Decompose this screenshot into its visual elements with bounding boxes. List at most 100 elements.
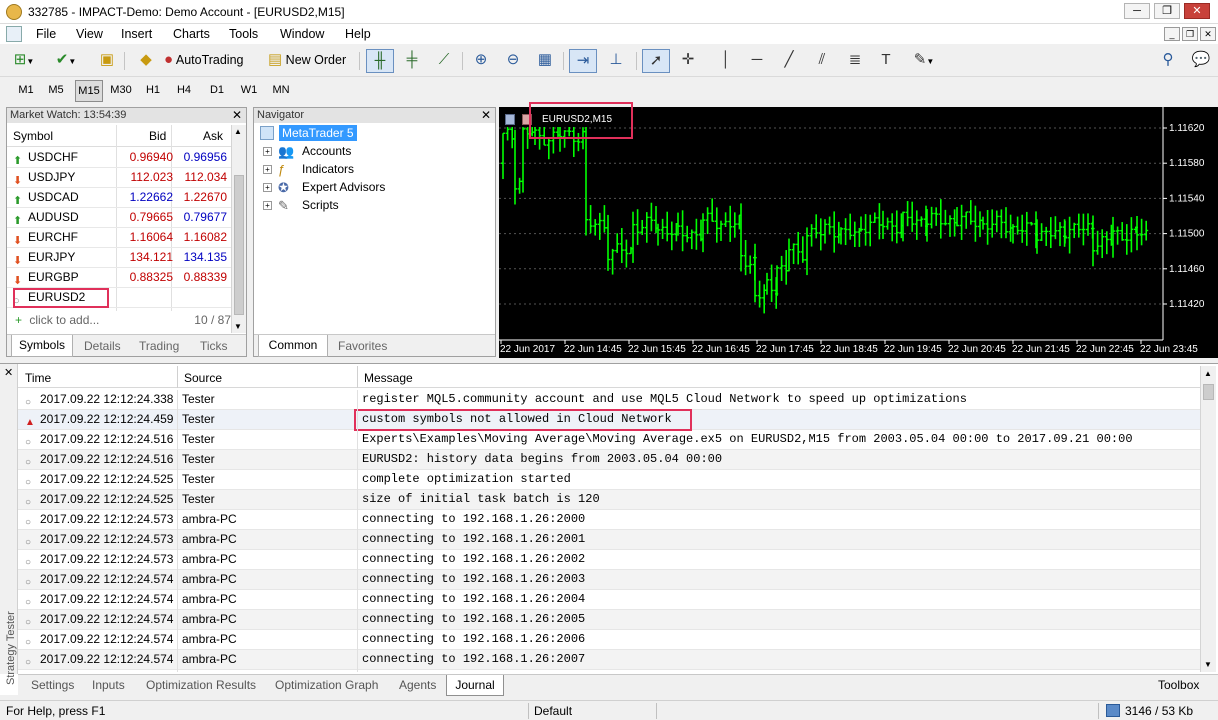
- search-icon[interactable]: ⚲: [1156, 49, 1180, 73]
- journal-row[interactable]: ○ 2017.09.22 12:12:24.516 Tester Experts\Ex…: [18, 430, 1200, 450]
- zoom-out-icon[interactable]: ⊖: [500, 49, 526, 73]
- expand-icon[interactable]: +: [263, 201, 272, 210]
- menu-charts[interactable]: Charts: [173, 27, 210, 41]
- expand-icon[interactable]: +: [263, 147, 272, 156]
- menu-file[interactable]: File: [36, 27, 56, 41]
- journal-row[interactable]: ○ 2017.09.22 12:12:24.525 Tester size of in…: [18, 490, 1200, 510]
- menu-window[interactable]: Window: [280, 27, 324, 41]
- tab-journal[interactable]: Journal: [446, 675, 504, 696]
- click-to-add-row[interactable]: + click to add... 10 / 87: [11, 311, 231, 331]
- metaeditor-icon[interactable]: ◆: [134, 49, 158, 73]
- timeframe-m15[interactable]: M15: [75, 80, 103, 102]
- column-time[interactable]: Time: [25, 371, 51, 385]
- tab-agents[interactable]: Agents: [399, 678, 436, 692]
- menu-insert[interactable]: Insert: [121, 27, 152, 41]
- column-message[interactable]: Message: [364, 371, 413, 385]
- symbol-row[interactable]: ⬆ USDCAD 1.22662 1.22670: [7, 188, 231, 208]
- autoscroll-icon[interactable]: ⇥: [569, 49, 597, 73]
- symbol-row[interactable]: ⬆ USDCHF 0.96940 0.96956: [7, 148, 231, 168]
- symbol-row[interactable]: ⬇ EURGBP 0.88325 0.88339: [7, 268, 231, 288]
- timeframe-h4[interactable]: H4: [170, 80, 198, 102]
- journal-row[interactable]: ○ 2017.09.22 12:12:24.574 ambra-PC connecti…: [18, 610, 1200, 630]
- connection-status-icon[interactable]: [1106, 704, 1120, 717]
- maximize-button[interactable]: ❐: [1154, 3, 1180, 19]
- chart-window-icon[interactable]: [6, 26, 22, 42]
- tab-favorites[interactable]: Favorites: [338, 339, 387, 353]
- tree-item-scripts[interactable]: Scripts: [302, 198, 339, 212]
- crosshair-icon[interactable]: ✛: [675, 49, 701, 73]
- menu-view[interactable]: View: [76, 27, 103, 41]
- price-chart[interactable]: 1.11620 1.11580 1.11540 1.11500 1.11460 1.114…: [499, 102, 1218, 358]
- column-bid[interactable]: Bid: [149, 129, 166, 143]
- scroll-thumb[interactable]: [234, 175, 244, 315]
- journal-row[interactable]: ○ 2017.09.22 12:12:24.525 Tester complete o…: [18, 470, 1200, 490]
- close-button[interactable]: ✕: [1184, 3, 1210, 19]
- journal-row[interactable]: ○ 2017.09.22 12:12:24.574 ambra-PC connecti…: [18, 650, 1200, 670]
- tree-root-metatrader[interactable]: MetaTrader 5: [279, 125, 357, 141]
- chart-canvas[interactable]: 1.11620 1.11580 1.11540 1.11500 1.11460 1.114…: [499, 107, 1218, 358]
- mdi-restore-button[interactable]: ❐: [1182, 27, 1198, 41]
- tab-details[interactable]: Details: [84, 339, 121, 353]
- profiles-icon[interactable]: ✔▼: [54, 49, 78, 73]
- tab-inputs[interactable]: Inputs: [92, 678, 125, 692]
- equidistant-channel-icon[interactable]: ⫽: [809, 49, 835, 73]
- tile-windows-icon[interactable]: ▦: [532, 49, 558, 73]
- menu-help[interactable]: Help: [345, 27, 371, 41]
- horizontal-line-icon[interactable]: ─: [745, 49, 769, 73]
- scroll-down-icon[interactable]: ▼: [234, 322, 242, 331]
- journal-row[interactable]: ○ 2017.09.22 12:12:24.516 Tester EURUSD2: h…: [18, 450, 1200, 470]
- toolbox-close-icon[interactable]: ✕: [4, 366, 13, 379]
- zoom-in-icon[interactable]: ⊕: [468, 49, 494, 73]
- new-chart-icon[interactable]: ⊞▼: [12, 49, 36, 73]
- scroll-up-icon[interactable]: ▲: [234, 127, 242, 136]
- column-symbol[interactable]: Symbol: [13, 129, 53, 143]
- journal-row[interactable]: ○ 2017.09.22 12:12:24.573 ambra-PC connecti…: [18, 550, 1200, 570]
- timeframe-w1[interactable]: W1: [235, 80, 263, 102]
- scroll-thumb[interactable]: [1203, 384, 1214, 400]
- tab-optimization-results[interactable]: Optimization Results: [146, 678, 256, 692]
- autotrading-button[interactable]: ● AutoTrading: [164, 49, 260, 73]
- tree-item-indicators[interactable]: Indicators: [302, 162, 354, 176]
- tab-settings[interactable]: Settings: [31, 678, 74, 692]
- mdi-minimize-button[interactable]: _: [1164, 27, 1180, 41]
- timeframe-m30[interactable]: M30: [107, 80, 135, 102]
- text-icon[interactable]: T: [873, 49, 899, 73]
- symbol-row[interactable]: ⬇ EURCHF 1.16064 1.16082: [7, 228, 231, 248]
- tree-item-accounts[interactable]: Accounts: [302, 144, 351, 158]
- timeframe-mn[interactable]: MN: [267, 80, 295, 102]
- market-watch-scrollbar[interactable]: ▲ ▼: [231, 125, 246, 333]
- bar-chart-icon[interactable]: ╫: [366, 49, 394, 73]
- shapes-icon[interactable]: ✎▼: [906, 49, 942, 73]
- journal-row[interactable]: ○ 2017.09.22 12:12:24.338 Tester register M…: [18, 390, 1200, 410]
- fibonacci-icon[interactable]: ≣: [842, 49, 868, 73]
- symbol-row[interactable]: ⬆ AUDUSD 0.79665 0.79677: [7, 208, 231, 228]
- journal-row[interactable]: ○ 2017.09.22 12:12:24.574 ambra-PC connecti…: [18, 630, 1200, 650]
- tab-symbols[interactable]: Symbols: [11, 335, 73, 357]
- tab-ticks[interactable]: Ticks: [200, 339, 228, 353]
- timeframe-h1[interactable]: H1: [139, 80, 167, 102]
- minimize-button[interactable]: ─: [1124, 3, 1150, 19]
- cursor-icon[interactable]: ➚: [642, 49, 670, 73]
- vertical-line-icon[interactable]: │: [714, 49, 738, 73]
- scroll-up-icon[interactable]: ▲: [1204, 369, 1212, 378]
- navigator-close-icon[interactable]: ✕: [481, 108, 491, 123]
- expand-icon[interactable]: +: [263, 183, 272, 192]
- journal-row[interactable]: ○ 2017.09.22 12:12:24.574 ambra-PC connecti…: [18, 570, 1200, 590]
- mdi-close-button[interactable]: ✕: [1200, 27, 1216, 41]
- candlestick-chart-icon[interactable]: ╪: [398, 49, 426, 73]
- timeframe-m1[interactable]: M1: [12, 80, 40, 102]
- scroll-down-icon[interactable]: ▼: [1204, 660, 1212, 669]
- journal-scrollbar[interactable]: ▲ ▼: [1200, 366, 1216, 672]
- journal-row[interactable]: ○ 2017.09.22 12:12:24.574 ambra-PC connecti…: [18, 590, 1200, 610]
- tab-trading[interactable]: Trading: [139, 339, 179, 353]
- tab-optimization-graph[interactable]: Optimization Graph: [275, 678, 378, 692]
- tree-item-expert-advisors[interactable]: Expert Advisors: [302, 180, 385, 194]
- timeframe-d1[interactable]: D1: [203, 80, 231, 102]
- metatrader-app-icon[interactable]: [6, 4, 22, 20]
- market-watch-close-icon[interactable]: ✕: [232, 108, 242, 123]
- new-order-button[interactable]: ▤ New Order: [268, 49, 354, 73]
- menu-tools[interactable]: Tools: [229, 27, 258, 41]
- column-ask[interactable]: Ask: [203, 129, 223, 143]
- tab-common[interactable]: Common: [258, 335, 328, 357]
- timeframe-m5[interactable]: M5: [42, 80, 70, 102]
